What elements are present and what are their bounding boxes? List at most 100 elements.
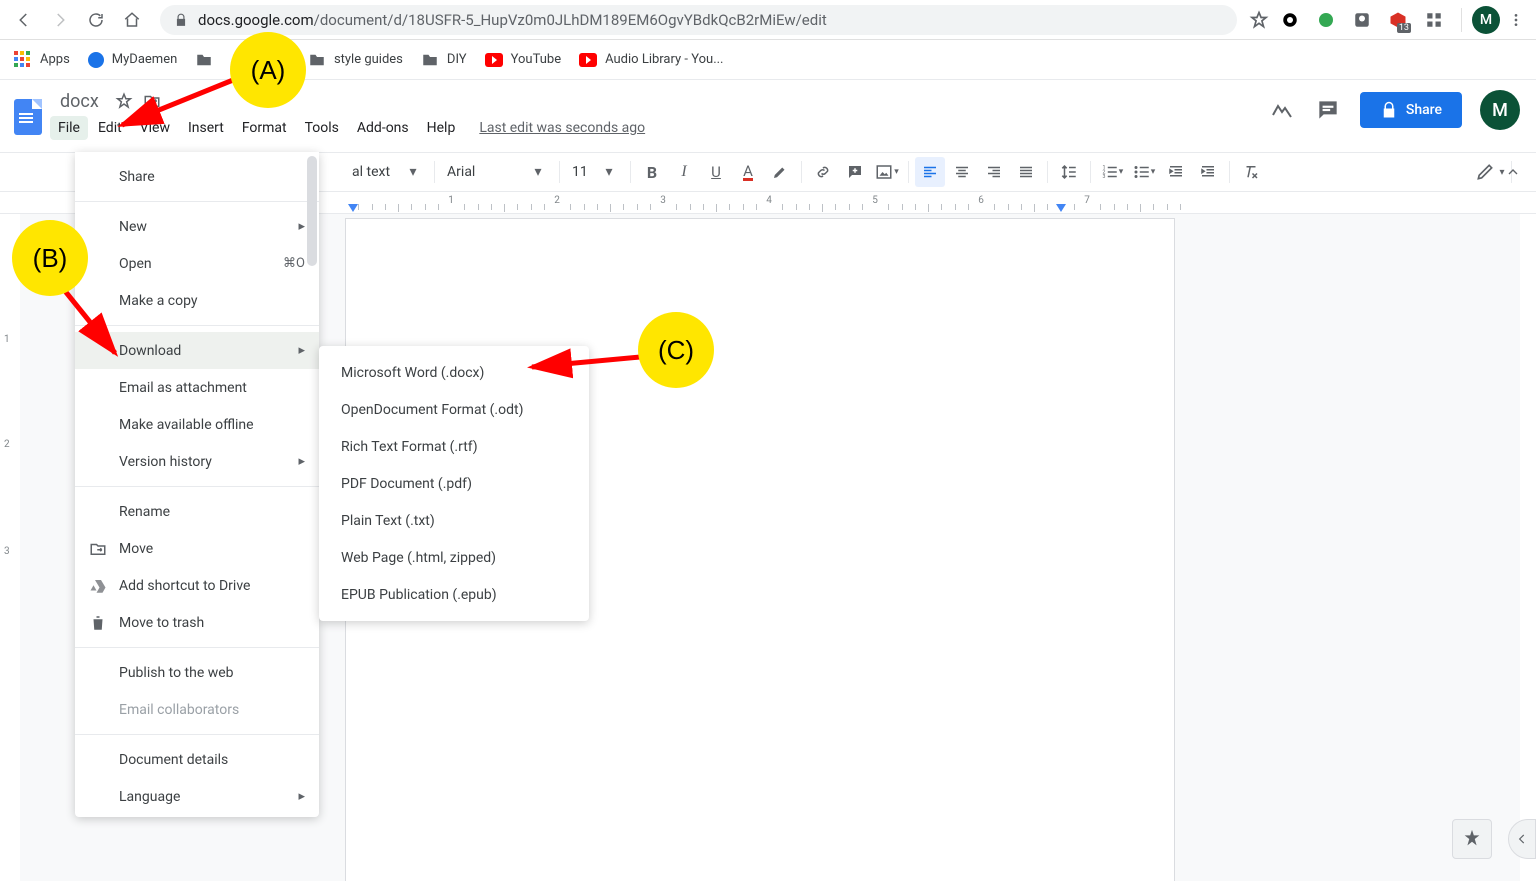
vertical-ruler[interactable]: 1 2 3 — [0, 214, 20, 881]
chevron-down-icon[interactable]: ▾ — [523, 157, 553, 187]
apps-shortcut[interactable]: Apps — [14, 51, 70, 69]
align-justify-button[interactable] — [1011, 157, 1041, 187]
comments-icon[interactable] — [1314, 96, 1342, 124]
bulleted-list-button[interactable]: ▾ — [1129, 157, 1159, 187]
lock-icon — [1380, 101, 1398, 119]
last-edit-link[interactable]: Last edit was seconds ago — [479, 120, 645, 136]
explore-button[interactable] — [1452, 819, 1492, 859]
font-size[interactable]: 11 — [566, 164, 592, 180]
menu-file[interactable]: File — [50, 116, 88, 140]
submenu-pdf[interactable]: PDF Document (.pdf) — [319, 465, 589, 502]
bold-button[interactable]: B — [637, 157, 667, 187]
increase-indent-button[interactable] — [1193, 157, 1223, 187]
menu-share[interactable]: Share — [75, 158, 319, 195]
bookmark-item[interactable]: YouTube — [485, 52, 562, 67]
menu-move[interactable]: Move — [75, 530, 319, 567]
line-spacing-button[interactable] — [1054, 157, 1084, 187]
chevron-down-icon[interactable]: ▾ — [398, 157, 428, 187]
download-submenu: Microsoft Word (.docx) OpenDocument Form… — [319, 346, 589, 621]
apps-icon — [14, 51, 32, 69]
menu-open[interactable]: Open⌘O — [75, 245, 319, 282]
lock-icon — [174, 13, 188, 27]
menu-offline[interactable]: Make available offline — [75, 406, 319, 443]
menu-help[interactable]: Help — [419, 116, 464, 140]
bookmark-folder[interactable]: style guides — [308, 51, 403, 69]
bookmark-folder[interactable]: DIY — [421, 51, 467, 69]
align-right-button[interactable] — [979, 157, 1009, 187]
submenu-epub[interactable]: EPUB Publication (.epub) — [319, 576, 589, 613]
menu-document-details[interactable]: Document details — [75, 741, 319, 778]
chevron-down-icon[interactable]: ▾ — [594, 157, 624, 187]
submenu-rtf[interactable]: Rich Text Format (.rtf) — [319, 428, 589, 465]
clear-formatting-button[interactable] — [1236, 157, 1266, 187]
callout-a: (A) — [230, 32, 306, 108]
home-button[interactable] — [116, 4, 148, 36]
decrease-indent-button[interactable] — [1161, 157, 1191, 187]
menu-addons[interactable]: Add-ons — [349, 116, 417, 140]
forward-button[interactable] — [44, 4, 76, 36]
share-label: Share — [1406, 102, 1442, 118]
underline-button[interactable]: U — [701, 157, 731, 187]
address-bar[interactable]: docs.google.com/document/d/18USFR-5_HupV… — [160, 5, 1237, 35]
callout-b: (B) — [12, 220, 88, 296]
reload-button[interactable] — [80, 4, 112, 36]
docs-logo-icon — [14, 99, 42, 135]
submenu-txt[interactable]: Plain Text (.txt) — [319, 502, 589, 539]
back-button[interactable] — [8, 4, 40, 36]
folder-icon — [195, 51, 213, 69]
extension-icon[interactable] — [1279, 9, 1301, 31]
highlight-button[interactable] — [765, 157, 795, 187]
folder-icon — [421, 51, 439, 69]
docs-logo[interactable] — [8, 90, 48, 144]
menu-email-collaborators: Email collaborators — [75, 691, 319, 728]
extension-icon[interactable] — [1423, 9, 1445, 31]
chevron-right-icon: ▸ — [298, 789, 305, 804]
folder-icon — [308, 51, 326, 69]
align-left-button[interactable] — [915, 157, 945, 187]
document-title[interactable]: docx — [54, 90, 105, 113]
chevron-right-icon: ▸ — [298, 219, 305, 234]
submenu-html[interactable]: Web Page (.html, zipped) — [319, 539, 589, 576]
collapse-toolbar-icon[interactable] — [1498, 157, 1528, 187]
submenu-odt[interactable]: OpenDocument Format (.odt) — [319, 391, 589, 428]
font-family[interactable]: Arial — [441, 164, 521, 180]
extension-icon[interactable] — [1315, 9, 1337, 31]
insert-image-button[interactable]: ▾ — [872, 157, 902, 187]
bookmark-star-icon[interactable] — [1249, 10, 1269, 30]
bookmark-folder[interactable] — [195, 51, 213, 69]
share-button[interactable]: Share — [1360, 92, 1462, 128]
bookmark-item[interactable]: Audio Library - You... — [579, 52, 723, 67]
menu-trash[interactable]: Move to trash — [75, 604, 319, 641]
text-color-button[interactable]: A — [733, 157, 763, 187]
extension-icon[interactable] — [1351, 9, 1373, 31]
italic-button[interactable]: I — [669, 157, 699, 187]
menu-language[interactable]: Language▸ — [75, 778, 319, 815]
extension-icon[interactable]: 13 — [1387, 9, 1409, 31]
arrow-c — [520, 345, 650, 385]
account-avatar[interactable]: M — [1480, 90, 1520, 130]
bookmark-item[interactable]: MyDaemen — [88, 52, 177, 68]
paragraph-style[interactable]: al text — [346, 164, 396, 180]
profile-avatar[interactable]: M — [1472, 6, 1500, 34]
activity-icon[interactable] — [1268, 96, 1296, 124]
extension-icons: 13 — [1273, 9, 1451, 31]
menu-tools[interactable]: Tools — [297, 116, 347, 140]
align-center-button[interactable] — [947, 157, 977, 187]
menu-version-history[interactable]: Version history▸ — [75, 443, 319, 480]
svg-text:3: 3 — [1102, 174, 1105, 180]
chrome-menu-icon[interactable] — [1504, 4, 1528, 36]
add-comment-button[interactable] — [840, 157, 870, 187]
menu-rename[interactable]: Rename — [75, 493, 319, 530]
url-text: docs.google.com/document/d/18USFR-5_HupV… — [198, 11, 827, 29]
youtube-icon — [485, 53, 503, 67]
menu-email-attachment[interactable]: Email as attachment — [75, 369, 319, 406]
menu-add-shortcut[interactable]: Add shortcut to Drive — [75, 567, 319, 604]
youtube-icon — [579, 53, 597, 67]
file-menu-dropdown: Share New▸ Open⌘O Make a copy Download▸ … — [75, 152, 319, 817]
numbered-list-button[interactable]: 123▾ — [1097, 157, 1127, 187]
globe-icon — [88, 52, 104, 68]
menu-publish[interactable]: Publish to the web — [75, 654, 319, 691]
drive-icon — [89, 577, 107, 595]
menu-new[interactable]: New▸ — [75, 208, 319, 245]
insert-link-button[interactable] — [808, 157, 838, 187]
